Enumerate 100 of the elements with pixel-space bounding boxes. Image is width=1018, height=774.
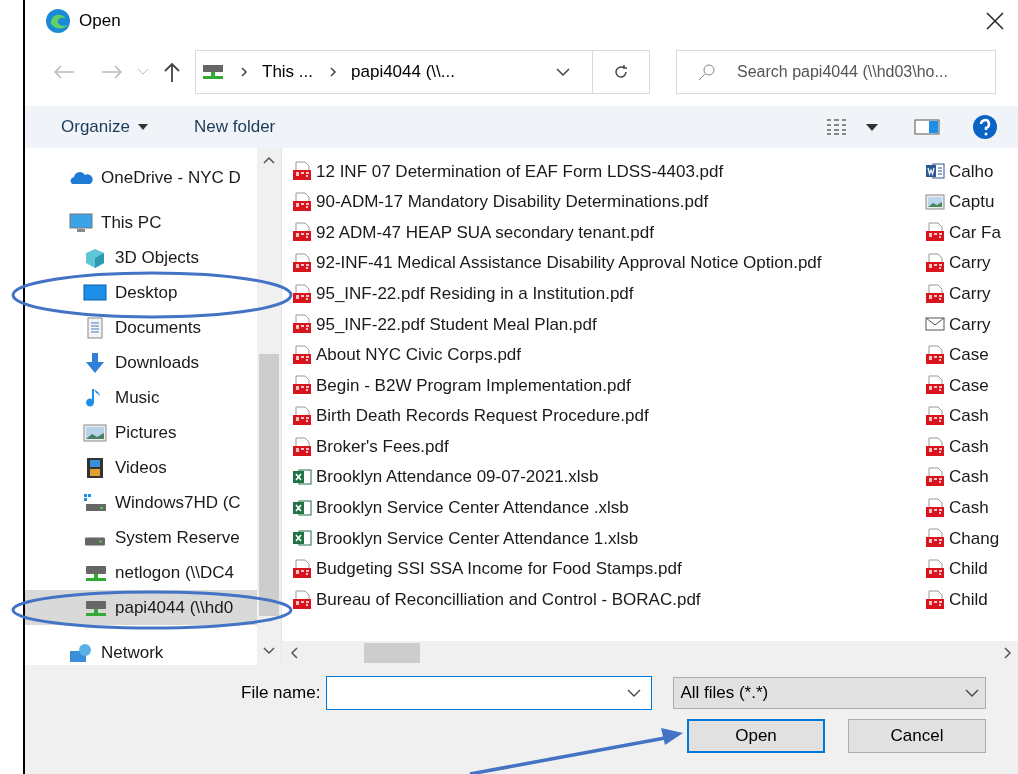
file-item[interactable]: Bureau of Reconcilliation and Control - BORAC.pdf	[292, 584, 925, 615]
pdf-file-icon	[292, 406, 312, 427]
file-item[interactable]: Begin - B2W Program Implementation.pdf	[292, 370, 925, 401]
organize-button[interactable]: Organize	[61, 114, 148, 140]
close-icon[interactable]	[986, 12, 1004, 30]
dialog-button[interactable]: Open	[687, 719, 825, 753]
up-arrow-icon[interactable]	[163, 62, 181, 82]
chevron-down-icon[interactable]	[556, 67, 570, 77]
network-drive-icon	[202, 63, 224, 81]
spreadsheet-file-icon	[292, 497, 312, 518]
pdf-file-icon	[925, 253, 945, 274]
nav-item[interactable]: OneDrive - NYC D	[25, 160, 257, 195]
file-item[interactable]: Cash	[925, 461, 1018, 493]
file-item[interactable]: Carry	[925, 308, 1018, 340]
scroll-down-icon[interactable]	[263, 647, 275, 655]
file-item[interactable]: Carry	[925, 278, 1018, 309]
pdf-file-icon	[925, 559, 945, 579]
file-item[interactable]: Case	[925, 339, 1018, 371]
file-item[interactable]: Brooklyn Service Center Attendance .xlsb	[292, 492, 925, 524]
nav-item[interactable]: This PC	[25, 205, 257, 240]
computer-icon	[69, 211, 93, 234]
window-title: Open	[79, 10, 121, 33]
refresh-icon[interactable]	[613, 64, 629, 80]
file-item[interactable]: Child	[925, 553, 1018, 585]
pdf-file-icon	[292, 589, 312, 610]
pdf-file-icon	[925, 497, 945, 518]
nav-item[interactable]: Pictures	[25, 415, 257, 450]
search-field[interactable]: Search papi4044 (\\hd03\ho...	[676, 50, 996, 94]
image-file-icon	[925, 191, 945, 212]
scrollbar[interactable]	[257, 148, 281, 665]
spreadsheet-file-icon	[292, 467, 312, 488]
pdf-file-icon	[925, 528, 945, 549]
file-item[interactable]: 90-ADM-17 Mandatory Disability Determinations.pdf	[292, 186, 925, 218]
file-item[interactable]: Car Fa	[925, 217, 1018, 248]
scroll-right-icon[interactable]	[1004, 647, 1012, 659]
file-item[interactable]: 92-INF-41 Medical Assistance Disability Approval Notice Option.pdf	[292, 247, 925, 279]
file-item[interactable]: 95_INF-22.pdf Residing in a Institution.pdf	[292, 278, 925, 309]
pdf-file-icon	[925, 589, 945, 610]
breadcrumb[interactable]: This ...	[262, 59, 313, 85]
scrollbar-thumb[interactable]	[364, 643, 420, 663]
pdf-file-icon	[925, 344, 945, 365]
file-item[interactable]: Child	[925, 584, 1018, 615]
file-item[interactable]: Broker's Fees.pdf	[292, 431, 925, 462]
pdf-file-icon	[292, 436, 312, 457]
caret-icon[interactable]	[866, 123, 878, 131]
download-arrow-icon	[83, 351, 107, 374]
file-item[interactable]: Cash	[925, 431, 1018, 462]
file-item[interactable]: Calho	[925, 156, 1018, 187]
breadcrumb[interactable]: papi4044 (\\...	[351, 59, 455, 85]
nav-item[interactable]: Downloads	[25, 345, 257, 380]
file-name-field[interactable]	[326, 676, 653, 710]
scrollbar-thumb[interactable]	[259, 354, 279, 616]
file-item[interactable]: Captu	[925, 186, 1018, 218]
pdf-file-icon	[292, 222, 312, 243]
chevron-down-icon[interactable]	[627, 689, 642, 697]
preview-pane-icon[interactable]	[914, 119, 940, 135]
file-item[interactable]: Chang	[925, 523, 1018, 554]
pdf-file-icon	[925, 467, 945, 488]
address-bar[interactable]: This ... papi4044 (\\...	[195, 50, 650, 94]
caret-icon	[138, 124, 148, 130]
file-item[interactable]: Cash	[925, 400, 1018, 432]
file-item[interactable]: 12 INF 07 Determination of EAF Form LDSS-4403.pdf	[292, 156, 925, 187]
pdf-file-icon	[292, 253, 312, 274]
document-file-icon	[925, 161, 945, 182]
file-item[interactable]: Cash	[925, 492, 1018, 524]
scroll-up-icon[interactable]	[263, 156, 275, 164]
help-icon[interactable]	[972, 114, 998, 140]
nav-item[interactable]: 3D Objects	[25, 240, 257, 275]
nav-item[interactable]: netlogon (\\DC4	[25, 555, 257, 590]
desktop-icon	[83, 281, 107, 304]
file-item[interactable]: About NYC Civic Corps.pdf	[292, 339, 925, 371]
file-item[interactable]: Carry	[925, 247, 1018, 279]
horizontal-scrollbar[interactable]	[282, 641, 1018, 665]
nav-item[interactable]: Windows7HD (C	[25, 485, 257, 520]
nav-item[interactable]: Videos	[25, 450, 257, 485]
file-item[interactable]: Birth Death Records Request Procedure.pdf	[292, 400, 925, 432]
nav-item[interactable]: Music	[25, 380, 257, 415]
file-item[interactable]: 95_INF-22.pdf Student Meal Plan.pdf	[292, 308, 925, 340]
pdf-file-icon	[292, 191, 312, 212]
new-folder-button[interactable]: New folder	[194, 114, 276, 140]
nav-item[interactable]: Network	[25, 635, 257, 665]
nav-item[interactable]: System Reserve	[25, 520, 257, 555]
file-item[interactable]: Brooklyn Service Center Attendance 1.xlsb	[292, 523, 925, 554]
file-type-dropdown[interactable]: All files (*.*)	[673, 677, 986, 709]
nav-item[interactable]: Desktop	[25, 275, 257, 310]
file-item[interactable]: Brooklyn Attendance 09-07-2021.xlsb	[292, 461, 925, 493]
chevron-right-icon[interactable]	[240, 67, 248, 77]
file-item[interactable]: 92 ADM-47 HEAP SUA secondary tenant.pdf	[292, 217, 925, 248]
pdf-file-icon	[925, 222, 945, 243]
file-item[interactable]: Budgeting SSI SSA Income for Food Stamps.pdf	[292, 553, 925, 585]
scroll-left-icon[interactable]	[290, 647, 298, 659]
file-name-label: File name:	[241, 682, 321, 705]
browser-logo-icon	[45, 8, 71, 34]
pdf-file-icon	[925, 406, 945, 427]
cube-icon	[83, 246, 107, 269]
nav-item[interactable]: Documents	[25, 310, 257, 345]
chevron-right-icon[interactable]	[329, 67, 337, 77]
file-item[interactable]: Case	[925, 370, 1018, 401]
dialog-button[interactable]: Cancel	[848, 719, 986, 753]
pdf-file-icon	[292, 283, 312, 304]
